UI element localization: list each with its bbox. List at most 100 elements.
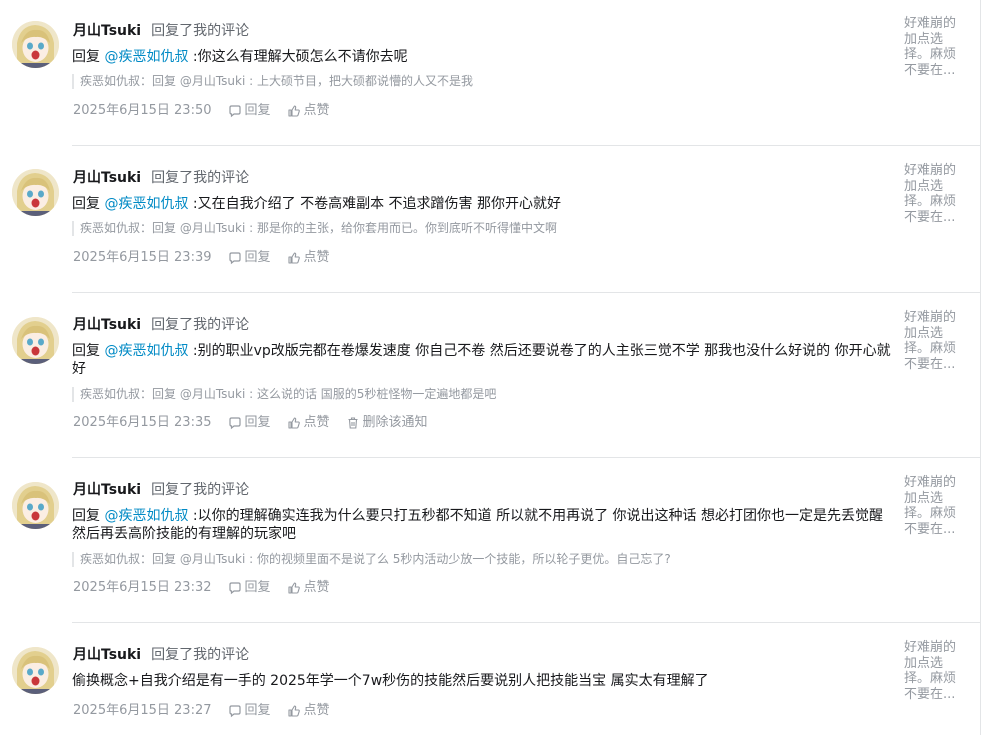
reply-content[interactable]: 回复 @疾恶如仇叔 :别的职业vp改版完都在卷爆发速度 你自己不卷 然后还要说卷…: [72, 342, 892, 378]
timestamp: 2025年6月15日 23:39: [73, 250, 212, 265]
action-text: 回复了我的评论: [151, 482, 250, 498]
like-button[interactable]: 点赞: [287, 103, 330, 119]
notification-item: 月山Tsuki 回复了我的评论 回复 @疾恶如仇叔 :你这么有理解大硕怎么不请你去…: [0, 0, 980, 146]
action-text: 回复了我的评论: [151, 647, 250, 663]
reply-label: 回复: [244, 103, 271, 118]
quoted-comment[interactable]: 疾恶如仇叔：回复 @月山Tsuki : 那是你的主张，给你套用而已。你到底听不听…: [72, 221, 890, 236]
reply-label: 回复: [244, 580, 271, 595]
original-comment-preview[interactable]: 好难崩的加点选择。麻烦不要在...: [904, 16, 964, 78]
meta-row: 2025年6月15日 23:50 回复 点赞: [73, 103, 330, 119]
action-text: 回复了我的评论: [151, 317, 250, 333]
mention-link[interactable]: @疾恶如仇叔: [104, 196, 188, 212]
avatar[interactable]: [12, 482, 59, 529]
avatar-image: [12, 169, 59, 216]
username[interactable]: 月山Tsuki: [73, 647, 141, 663]
reply-button[interactable]: 回复: [228, 703, 271, 719]
trash-icon: [348, 417, 358, 429]
action-text: 回复了我的评论: [151, 23, 250, 39]
reply-label: 回复: [244, 703, 271, 718]
like-label: 点赞: [303, 703, 330, 718]
reply-text: :又在自我介绍了 不卷高难副本 不追求蹭伤害 那你开心就好: [188, 196, 561, 212]
reply-prefix: 回复: [72, 196, 105, 212]
reply-prefix: 回复: [72, 508, 105, 524]
mention-link[interactable]: @疾恶如仇叔: [104, 343, 188, 359]
delete-label: 删除该通知: [362, 415, 428, 430]
like-label: 点赞: [303, 580, 330, 595]
avatar[interactable]: [12, 169, 59, 216]
thumbs-up-icon: [287, 252, 300, 264]
timestamp: 2025年6月15日 23:27: [73, 703, 212, 718]
reply-content[interactable]: 回复 @疾恶如仇叔 :又在自我介绍了 不卷高难副本 不追求蹭伤害 那你开心就好: [72, 195, 892, 213]
notification-header: 月山Tsuki 回复了我的评论: [73, 169, 249, 187]
avatar[interactable]: [12, 317, 59, 364]
mention-link[interactable]: @疾恶如仇叔: [104, 49, 188, 65]
reply-label: 回复: [244, 415, 271, 430]
like-label: 点赞: [303, 103, 330, 118]
username[interactable]: 月山Tsuki: [73, 482, 141, 498]
like-label: 点赞: [303, 415, 330, 430]
timestamp: 2025年6月15日 23:32: [73, 580, 212, 595]
notification-header: 月山Tsuki 回复了我的评论: [73, 646, 249, 664]
action-text: 回复了我的评论: [151, 170, 250, 186]
original-comment-preview[interactable]: 好难崩的加点选择。麻烦不要在...: [904, 640, 964, 702]
notification-item: 月山Tsuki 回复了我的评论 回复 @疾恶如仇叔 :又在自我介绍了 不卷高难副本…: [0, 146, 980, 293]
notification-header: 月山Tsuki 回复了我的评论: [73, 22, 249, 40]
like-label: 点赞: [303, 250, 330, 265]
meta-row: 2025年6月15日 23:39 回复 点赞: [73, 250, 330, 266]
mention-link[interactable]: @疾恶如仇叔: [104, 508, 188, 524]
reply-button[interactable]: 回复: [228, 415, 271, 431]
timestamp: 2025年6月15日 23:50: [73, 103, 212, 118]
reply-text: :你这么有理解大硕怎么不请你去呢: [188, 49, 408, 65]
like-button[interactable]: 点赞: [287, 250, 330, 266]
quoted-comment[interactable]: 疾恶如仇叔：回复 @月山Tsuki : 你的视频里面不是说了么 5秒内活动少放一…: [72, 552, 890, 567]
reply-content[interactable]: 回复 @疾恶如仇叔 :你这么有理解大硕怎么不请你去呢: [72, 48, 892, 66]
original-comment-preview[interactable]: 好难崩的加点选择。麻烦不要在...: [904, 475, 964, 537]
avatar[interactable]: [12, 21, 59, 68]
like-button[interactable]: 点赞: [287, 703, 330, 719]
avatar-image: [12, 21, 59, 68]
original-comment-preview[interactable]: 好难崩的加点选择。麻烦不要在...: [904, 163, 964, 225]
notification-item: 月山Tsuki 回复了我的评论 回复 @疾恶如仇叔 :以你的理解确实连我为什么要只…: [0, 458, 980, 623]
original-comment-preview[interactable]: 好难崩的加点选择。麻烦不要在...: [904, 310, 964, 372]
username[interactable]: 月山Tsuki: [73, 317, 141, 333]
delete-notification-button[interactable]: 删除该通知: [346, 415, 428, 431]
avatar-image: [12, 482, 59, 529]
reply-notification-list: 月山Tsuki 回复了我的评论 回复 @疾恶如仇叔 :你这么有理解大硕怎么不请你去…: [0, 0, 981, 735]
thumbs-up-icon: [287, 705, 300, 717]
comment-icon: [228, 252, 241, 265]
reply-button[interactable]: 回复: [228, 250, 271, 266]
thumbs-up-icon: [287, 582, 300, 594]
avatar-image: [12, 647, 59, 694]
meta-row: 2025年6月15日 23:27 回复 点赞: [73, 703, 330, 719]
comment-icon: [228, 105, 241, 118]
username[interactable]: 月山Tsuki: [73, 170, 141, 186]
meta-row: 2025年6月15日 23:35 回复 点赞 删除该通知: [73, 415, 428, 431]
reply-button[interactable]: 回复: [228, 580, 271, 596]
reply-content[interactable]: 回复 @疾恶如仇叔 :以你的理解确实连我为什么要只打五秒都不知道 所以就不用再说…: [72, 507, 892, 543]
username[interactable]: 月山Tsuki: [73, 23, 141, 39]
reply-text: 偷换概念+自我介绍是有一手的 2025年学一个7w秒伤的技能然后要说别人把技能当…: [72, 673, 709, 689]
comment-icon: [228, 705, 241, 718]
quoted-comment[interactable]: 疾恶如仇叔：回复 @月山Tsuki : 上大硕节目，把大硕都说懵的人又不是我: [72, 74, 890, 89]
reply-text: :以你的理解确实连我为什么要只打五秒都不知道 所以就不用再说了 你说出这种话 想…: [72, 508, 883, 542]
reply-prefix: 回复: [72, 343, 105, 359]
comment-icon: [228, 582, 241, 595]
notification-item: 月山Tsuki 回复了我的评论 偷换概念+自我介绍是有一手的 2025年学一个7w…: [0, 623, 980, 735]
reply-text: :别的职业vp改版完都在卷爆发速度 你自己不卷 然后还要说卷了的人主张三觉不学 …: [72, 343, 891, 377]
comment-icon: [228, 417, 241, 430]
notification-header: 月山Tsuki 回复了我的评论: [73, 481, 249, 499]
meta-row: 2025年6月15日 23:32 回复 点赞: [73, 580, 330, 596]
timestamp: 2025年6月15日 23:35: [73, 415, 212, 430]
notification-item: 月山Tsuki 回复了我的评论 回复 @疾恶如仇叔 :别的职业vp改版完都在卷爆发…: [0, 293, 980, 458]
like-button[interactable]: 点赞: [287, 415, 330, 431]
reply-prefix: 回复: [72, 49, 105, 65]
reply-content[interactable]: 偷换概念+自我介绍是有一手的 2025年学一个7w秒伤的技能然后要说别人把技能当…: [72, 672, 892, 690]
reply-label: 回复: [244, 250, 271, 265]
like-button[interactable]: 点赞: [287, 580, 330, 596]
thumbs-up-icon: [287, 105, 300, 117]
quoted-comment[interactable]: 疾恶如仇叔：回复 @月山Tsuki : 这么说的话 国服的5秒桩怪物一定遍地都是…: [72, 387, 890, 402]
reply-button[interactable]: 回复: [228, 103, 271, 119]
thumbs-up-icon: [287, 417, 300, 429]
avatar[interactable]: [12, 647, 59, 694]
notification-header: 月山Tsuki 回复了我的评论: [73, 316, 249, 334]
